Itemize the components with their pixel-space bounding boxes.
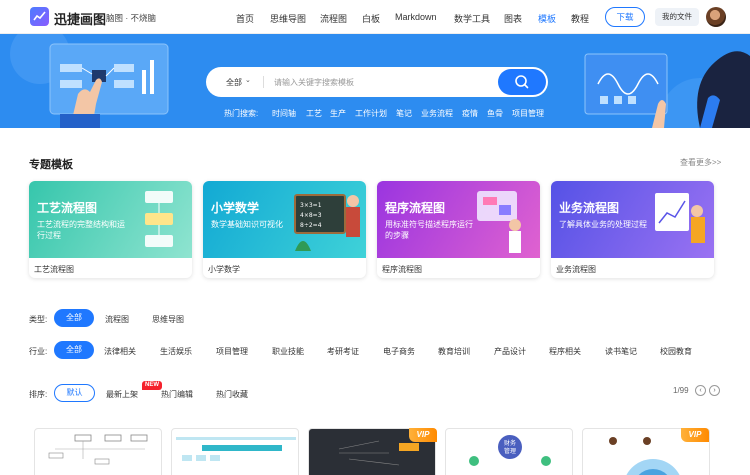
svg-text:3×3=1: 3×3=1 [300, 202, 322, 209]
template-thumbnail[interactable] [34, 428, 162, 475]
card-label: 业务流程图 [556, 265, 596, 274]
brand-name[interactable]: 迅捷画图 [54, 9, 106, 28]
sort-default[interactable]: 默认 [54, 384, 95, 402]
svg-text:财务: 财务 [504, 439, 516, 447]
card-banner: 程序流程图 用标准符号描述程序运行的步骤 [377, 181, 540, 258]
search-scope-select[interactable]: 全部 [226, 77, 242, 88]
industry-filter-option[interactable]: 考研考证 [327, 346, 359, 357]
search-button[interactable] [498, 69, 546, 95]
sort-option-newest[interactable]: 最新上架 [106, 389, 138, 400]
nav-charts[interactable]: 图表 [504, 12, 522, 25]
hot-term[interactable]: 时间轴 [272, 108, 296, 119]
industry-filter-option[interactable]: 项目管理 [216, 346, 248, 357]
hot-term[interactable]: 笔记 [396, 108, 412, 119]
logo-icon[interactable] [30, 7, 49, 26]
type-filter-option[interactable]: 流程图 [105, 314, 129, 325]
type-filter-option[interactable]: 思维导图 [152, 314, 184, 325]
table-thumbnail [176, 437, 296, 461]
card-title: 小学数学 [211, 201, 260, 215]
search-icon [515, 75, 529, 89]
svg-text:4×8=3: 4×8=3 [300, 212, 322, 219]
download-button[interactable]: 下载 [605, 7, 645, 27]
type-filter-all[interactable]: 全部 [54, 309, 94, 327]
flowchart-thumbnail [48, 434, 148, 465]
finance-thumbnail: 财务 管理 [469, 435, 551, 466]
hot-term[interactable]: 生产 [330, 108, 346, 119]
card-label: 工艺流程图 [34, 265, 74, 274]
card-description: 了解具体业务的处理过程 [559, 220, 647, 229]
template-thumbnail[interactable]: 财务 管理 [445, 428, 573, 475]
industry-filter-all[interactable]: 全部 [54, 341, 94, 359]
svg-text:8÷2=4: 8÷2=4 [300, 222, 322, 229]
type-filter-label: 类型: [29, 315, 48, 324]
search-banner: 全部 ⌄ 热门搜索: 时间轴 工艺 生产 工作计划 笔记 业务流程 疫情 鱼骨 … [0, 34, 750, 128]
card-description: 工艺流程的完整结构和运行过程 [37, 220, 125, 240]
industry-filter-option[interactable]: 电子商务 [383, 346, 415, 357]
card-title: 程序流程图 [385, 201, 446, 215]
featured-card[interactable]: 业务流程图 了解具体业务的处理过程 业务流程图 [551, 181, 714, 278]
industry-filter-label: 行业: [29, 347, 48, 356]
new-badge: NEW [142, 381, 162, 390]
card-banner: 业务流程图 了解具体业务的处理过程 [551, 181, 714, 258]
industry-filter-option[interactable]: 读书笔记 [605, 346, 637, 357]
hot-term[interactable]: 工艺 [306, 108, 322, 119]
featured-card[interactable]: 3×3=1 4×8=3 8÷2=4 小学数学 数学基础知识可视化 小学数学 [203, 181, 366, 278]
nav-mindmap[interactable]: 思维导图 [270, 12, 306, 25]
nav-math-tools[interactable]: 数学工具 [454, 12, 490, 25]
vip-badge: VIP [409, 428, 437, 442]
featured-card[interactable]: 工艺流程图 工艺流程的完整结构和运行过程 工艺流程图 [29, 181, 192, 278]
brand-slogan: 脑图 · 不烧脑 [106, 13, 157, 23]
page-indicator: 1/99 [673, 386, 689, 395]
nav-home[interactable]: 首页 [236, 12, 254, 25]
prev-page-icon[interactable]: ‹ [695, 385, 706, 396]
my-files-button[interactable]: 我的文件 [655, 8, 699, 26]
vip-badge: VIP [681, 428, 709, 442]
card-description: 数学基础知识可视化 [211, 220, 283, 229]
see-more-link[interactable]: 查看更多>> [680, 157, 721, 168]
next-page-icon[interactable]: › [709, 385, 720, 396]
hot-term[interactable]: 工作计划 [355, 108, 387, 119]
nav-flowchart[interactable]: 流程图 [320, 12, 347, 25]
industry-filter-option[interactable]: 职业技能 [272, 346, 304, 357]
industry-filter-option[interactable]: 生活娱乐 [160, 346, 192, 357]
card-banner: 3×3=1 4×8=3 8÷2=4 小学数学 数学基础知识可视化 [203, 181, 366, 258]
nav-tutorials[interactable]: 教程 [571, 12, 589, 25]
industry-filter-option[interactable]: 教育培训 [438, 346, 470, 357]
nav-markdown[interactable]: Markdown [395, 12, 437, 22]
card-label: 小学数学 [208, 265, 240, 274]
sort-label: 排序: [29, 390, 48, 399]
hot-term[interactable]: 项目管理 [512, 108, 544, 119]
industry-filter-option[interactable]: 法律相关 [104, 346, 136, 357]
nav-whiteboard[interactable]: 白板 [362, 12, 380, 25]
featured-card[interactable]: 程序流程图 用标准符号描述程序运行的步骤 程序流程图 [377, 181, 540, 278]
sort-option-hot-edit[interactable]: 热门编辑 [161, 389, 193, 400]
card-title: 工艺流程图 [37, 201, 98, 215]
hot-term[interactable]: 业务流程 [421, 108, 453, 119]
card-title: 业务流程图 [559, 201, 620, 215]
card-description: 用标准符号描述程序运行的步骤 [385, 220, 473, 240]
top-navigation-bar: 迅捷画图 脑图 · 不烧脑 首页 思维导图 流程图 白板 Markdown 数学… [0, 0, 750, 34]
industry-filter-option[interactable]: 产品设计 [494, 346, 526, 357]
hot-term[interactable]: 鱼骨 [487, 108, 503, 119]
search-divider [263, 76, 264, 88]
nav-templates[interactable]: 模板 [538, 12, 556, 25]
card-banner: 工艺流程图 工艺流程的完整结构和运行过程 [29, 181, 192, 258]
industry-filter-option[interactable]: 校园教育 [660, 346, 692, 357]
search-bar: 全部 ⌄ [206, 67, 548, 97]
hot-search-label: 热门搜索: [224, 109, 259, 118]
sort-option-hot-fav[interactable]: 热门收藏 [216, 389, 248, 400]
template-thumbnail[interactable] [171, 428, 299, 475]
hot-term[interactable]: 疫情 [462, 108, 478, 119]
industry-filter-option[interactable]: 程序相关 [549, 346, 581, 357]
avatar[interactable] [706, 7, 726, 27]
chevron-down-icon[interactable]: ⌄ [245, 76, 251, 84]
svg-text:管理: 管理 [504, 447, 516, 455]
card-label: 程序流程图 [382, 265, 422, 274]
search-input[interactable] [274, 74, 494, 90]
featured-section-title: 专题模板 [29, 159, 73, 171]
